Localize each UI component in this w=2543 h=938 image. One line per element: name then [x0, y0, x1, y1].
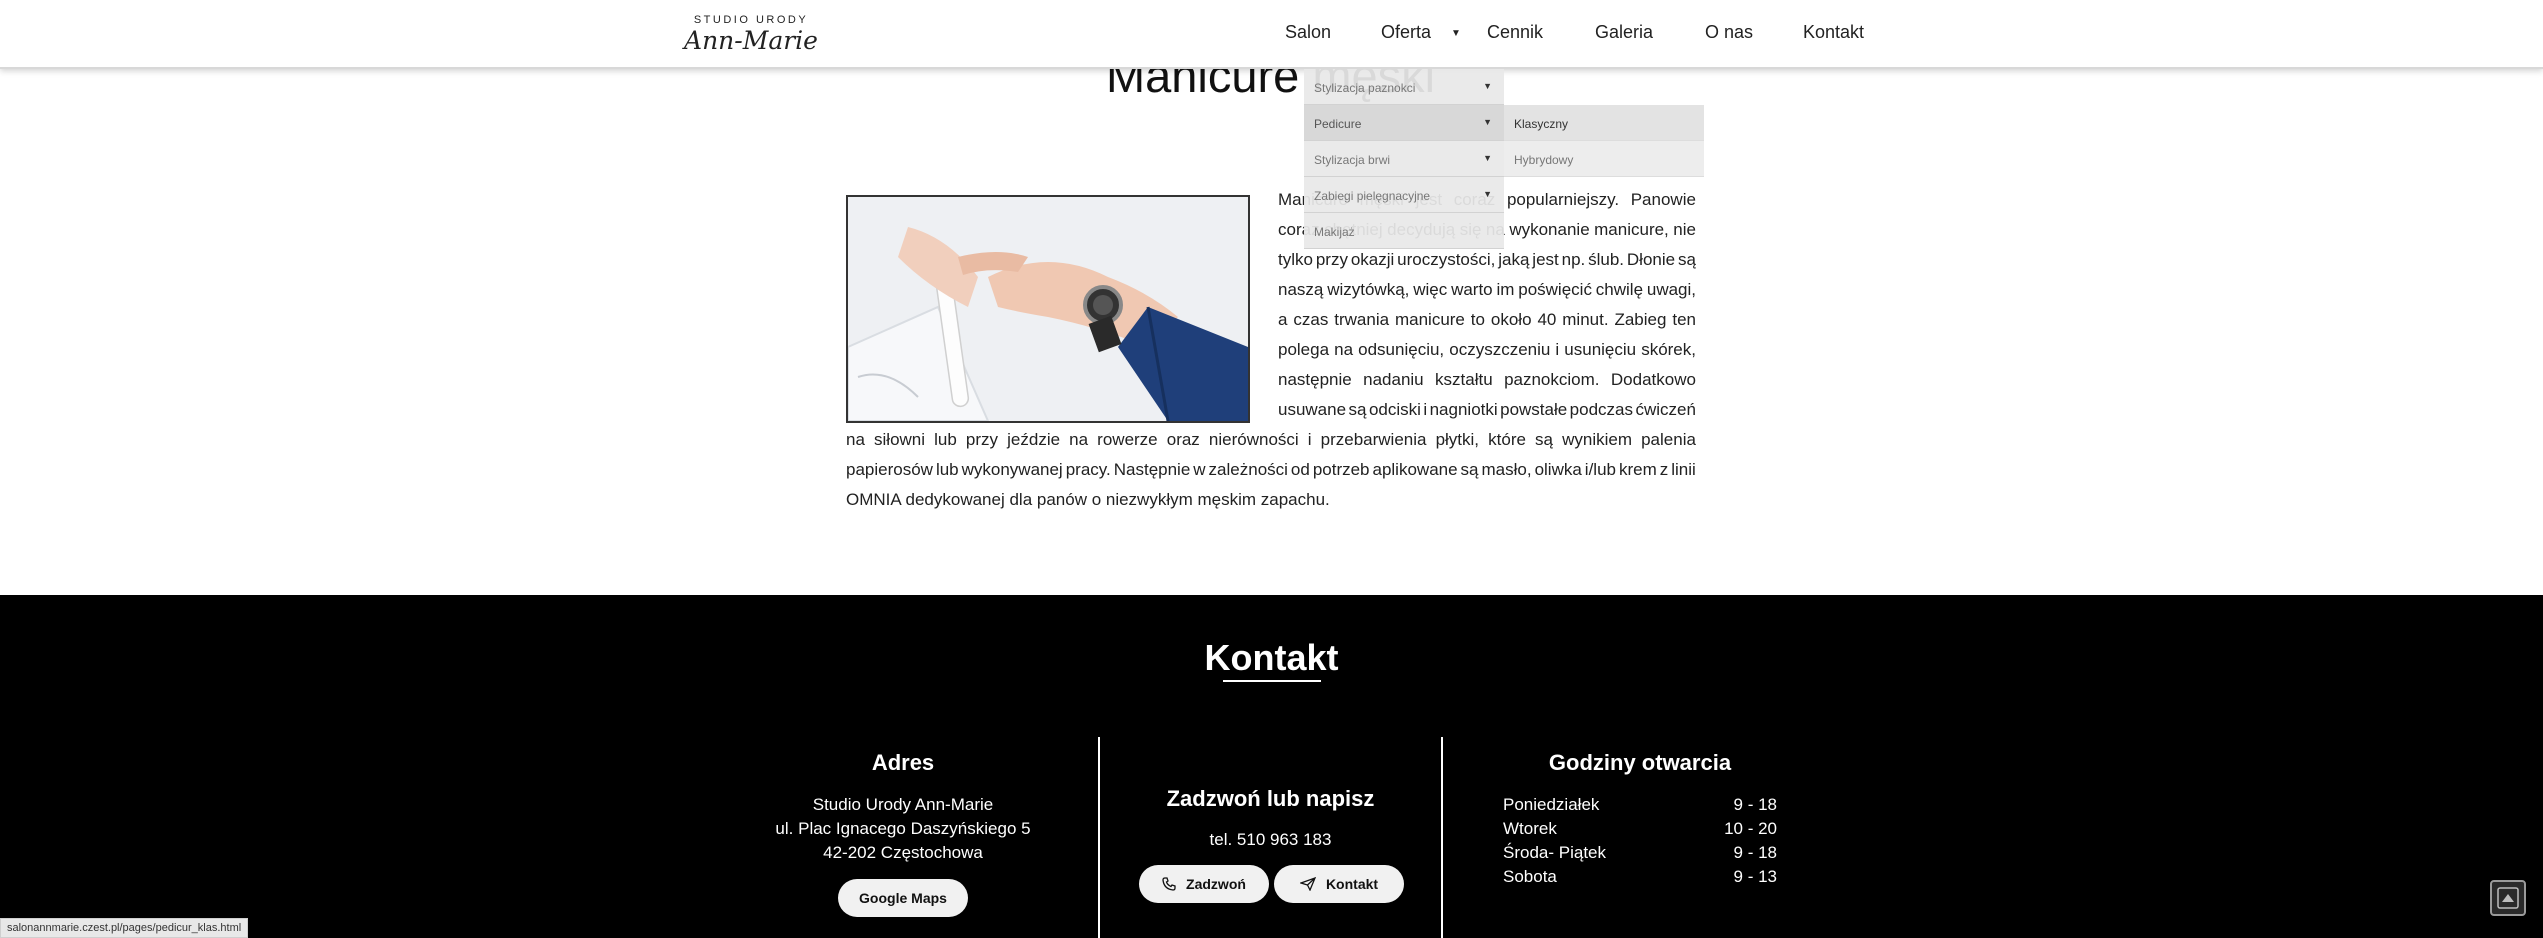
- hours-time: 9 - 18: [1733, 843, 1777, 862]
- hours-row: Sobota 9 - 13: [1503, 867, 1777, 887]
- article-line: papierosów lub wykonywanej pracy. Następnie w…: [846, 460, 1696, 479]
- hours-row: Poniedziałek 9 - 18: [1503, 795, 1777, 815]
- call-button[interactable]: Zadzwoń: [1139, 865, 1269, 903]
- dropdown-item-stylizacja-brwi[interactable]: Stylizacja brwi ▼: [1304, 141, 1504, 177]
- nav-cennik[interactable]: Cennik: [1487, 22, 1543, 43]
- article-line: naszą wizytówką, więc warto im poświęcić chwil…: [1278, 280, 1696, 299]
- hours-time: 9 - 18: [1733, 795, 1777, 814]
- phone-icon: [1162, 877, 1176, 891]
- manicure-photo: [846, 195, 1250, 423]
- article-line: OMNIA dedykowanej dla panów o niezwykłym…: [846, 490, 1330, 509]
- manicure-illustration: [848, 197, 1248, 421]
- submenu-item-klasyczny[interactable]: Klasyczny: [1504, 105, 1704, 141]
- chevron-down-icon: ▼: [1483, 81, 1492, 91]
- hours-time: 10 - 20: [1724, 819, 1777, 838]
- nav-galeria[interactable]: Galeria: [1595, 22, 1653, 43]
- footer-title-underline: [1223, 680, 1321, 682]
- submenu-item-hybrydowy[interactable]: Hybrydowy: [1504, 141, 1704, 177]
- nav-oferta[interactable]: Oferta: [1381, 22, 1431, 43]
- hours-day: Wtorek: [1503, 819, 1557, 838]
- logo-script-text: Ann-Marie: [684, 26, 818, 55]
- hours-day: Środa- Piątek: [1503, 843, 1606, 862]
- address-line: Studio Urody Ann-Marie: [812, 795, 994, 814]
- oferta-caret-icon[interactable]: ▼: [1451, 28, 1461, 39]
- article-line: następnie nadaniu kształtu paznokciom. Dodat…: [1278, 370, 1696, 389]
- footer: Kontakt Adres Studio Urody Ann-Marie ul.…: [0, 595, 2543, 938]
- hours-row: Wtorek 10 - 20: [1503, 819, 1777, 839]
- hours-row: Środa- Piątek 9 - 18: [1503, 843, 1777, 863]
- pedicure-submenu: Klasyczny Hybrydowy: [1504, 105, 1704, 177]
- dropdown-item-label: Stylizacja paznokci: [1314, 81, 1416, 95]
- dropdown-item-label: Pedicure: [1314, 117, 1362, 131]
- hours-day: Poniedziałek: [1503, 795, 1600, 814]
- call-button-label: Zadzwoń: [1186, 876, 1246, 892]
- site-header: STUDIO URODY Ann-Marie Salon Oferta ▼ Ce…: [0, 0, 2543, 69]
- browser-status-url: salonannmarie.czest.pl/pages/pedicur_kla…: [0, 918, 249, 938]
- arrow-up-icon: [2497, 887, 2519, 909]
- contact-title: Zadzwoń lub napisz: [1166, 786, 1375, 811]
- send-icon: [1299, 877, 1316, 891]
- phone-number: tel. 510 963 183: [1209, 830, 1332, 849]
- address-title: Adres: [871, 750, 935, 775]
- hours-title: Godziny otwarcia: [1548, 750, 1732, 775]
- logo-top-text: STUDIO URODY: [693, 14, 809, 26]
- google-maps-button[interactable]: Google Maps: [838, 879, 968, 917]
- nav-salon[interactable]: Salon: [1285, 22, 1331, 43]
- scroll-to-top-button[interactable]: [2490, 880, 2526, 916]
- dropdown-item-label: Zabiegi pielęgnacyjne: [1314, 189, 1431, 203]
- article-line: polega na odsunięciu, oczyszczeniu i usunięci…: [1278, 340, 1696, 359]
- address-line: ul. Plac Ignacego Daszyńskiego 5: [775, 819, 1031, 838]
- article-line: usuwane są odciski i nagniotki powstałe podcza…: [1278, 400, 1696, 419]
- dropdown-item-pedicure[interactable]: Pedicure ▼: [1304, 105, 1504, 141]
- hours-day: Sobota: [1503, 867, 1557, 886]
- dropdown-item-makijaz[interactable]: Makijaż: [1304, 213, 1504, 249]
- hours-time: 9 - 13: [1733, 867, 1777, 886]
- article-line: a czas trwania manicure to około 40 minut. Zabie…: [1278, 310, 1696, 329]
- footer-divider: [1441, 737, 1443, 938]
- nav-o-nas[interactable]: O nas: [1705, 22, 1753, 43]
- footer-title: Kontakt: [1204, 637, 1339, 678]
- article-line: tylko przy okazji uroczystości, jaką jest np. ś…: [1278, 250, 1696, 269]
- chevron-down-icon: ▼: [1483, 189, 1492, 199]
- oferta-dropdown: Stylizacja paznokci ▼ Pedicure ▼ Styliza…: [1304, 69, 1504, 249]
- contact-button-label: Kontakt: [1325, 876, 1379, 892]
- contact-button[interactable]: Kontakt: [1274, 865, 1404, 903]
- dropdown-item-label: Makijaż: [1314, 225, 1355, 239]
- article-line: na siłowni lub przy jeździe na rowerze oraz nier…: [846, 430, 1696, 449]
- logo[interactable]: STUDIO URODY Ann-Marie: [676, 14, 826, 56]
- dropdown-item-stylizacja-paznokci[interactable]: Stylizacja paznokci ▼: [1304, 69, 1504, 105]
- dropdown-item-zabiegi[interactable]: Zabiegi pielęgnacyjne ▼: [1304, 177, 1504, 213]
- dropdown-item-label: Stylizacja brwi: [1314, 153, 1391, 167]
- chevron-down-icon: ▼: [1483, 153, 1492, 163]
- address-line: 42-202 Częstochowa: [823, 843, 983, 862]
- chevron-down-icon: ▼: [1483, 117, 1492, 127]
- nav-kontakt[interactable]: Kontakt: [1803, 22, 1864, 43]
